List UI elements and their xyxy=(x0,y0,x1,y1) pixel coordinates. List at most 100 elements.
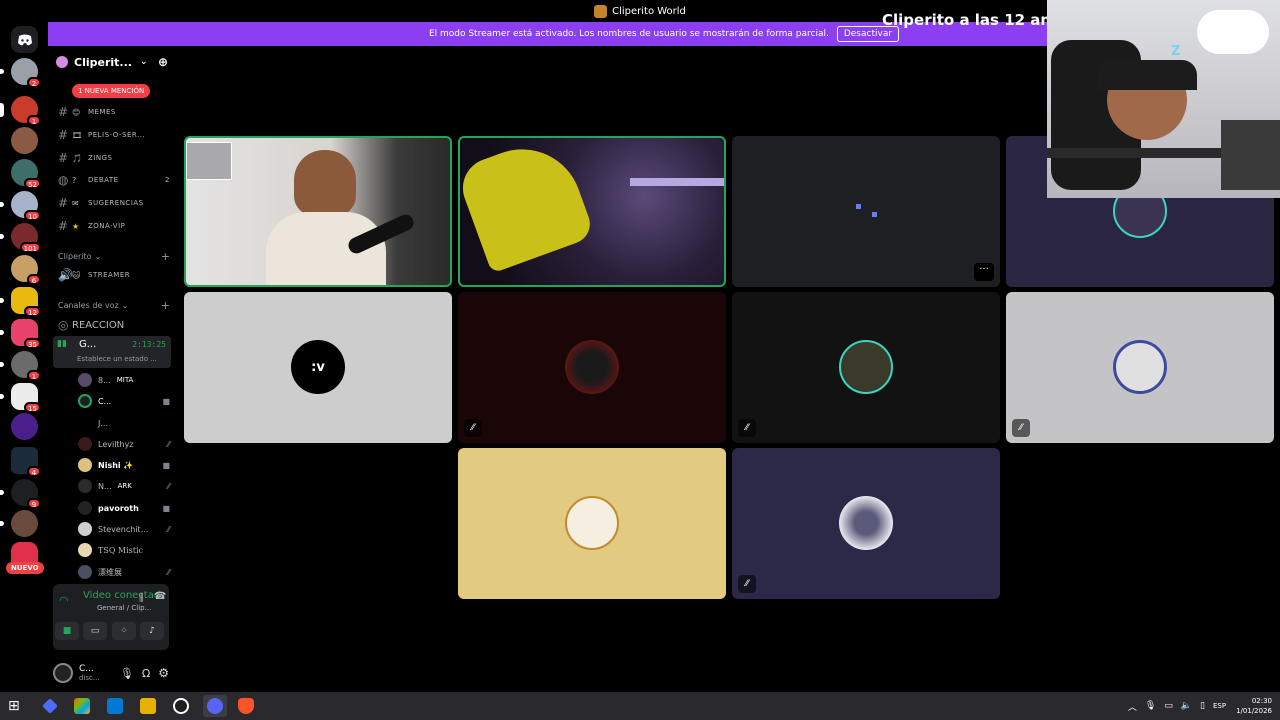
gear-icon[interactable]: ⚙ xyxy=(158,666,169,680)
server-icon[interactable]: 2 xyxy=(0,58,41,88)
voice-member[interactable]: Stevenchit... ⁄⁄ xyxy=(78,520,170,538)
battery-icon[interactable]: ▯ xyxy=(1200,701,1205,711)
headphones-icon[interactable]: Ω xyxy=(142,667,150,680)
new-servers-pill[interactable]: NUEVO xyxy=(6,562,44,574)
video-tile-red-avatar[interactable]: ⁄⁄ xyxy=(458,292,726,443)
microphone-icon[interactable]: 🎙 xyxy=(120,667,134,680)
disconnect-icon[interactable]: ☎ xyxy=(154,591,166,602)
camera-button[interactable]: ■ xyxy=(55,622,79,640)
server-icon[interactable]: 10 xyxy=(0,191,41,221)
voice-member[interactable]: Nishi ✨ ■ xyxy=(78,456,170,474)
connection-channel[interactable]: General / Clip... xyxy=(97,604,151,612)
add-channel-icon[interactable]: + xyxy=(161,250,170,263)
server-icon[interactable]: 9 xyxy=(0,479,41,509)
server-icon[interactable]: 101 xyxy=(0,223,41,253)
chevron-up-icon[interactable]: ︿ xyxy=(1128,700,1137,713)
server-icon[interactable]: 35 xyxy=(0,319,41,349)
category-cliperito[interactable]: Cliperito ⌄ + xyxy=(58,249,170,263)
category-voice[interactable]: Canales de voz ⌄ + xyxy=(58,298,170,312)
language-indicator[interactable]: ESP xyxy=(1213,702,1226,710)
member-name: J... xyxy=(98,418,108,428)
server-icon[interactable]: 52 xyxy=(11,159,41,189)
avatar[interactable] xyxy=(53,663,73,683)
voice-member[interactable]: N... ARK ⁄⁄ xyxy=(78,477,170,495)
server-icon[interactable]: 15 xyxy=(0,383,41,413)
video-tile-text-avatar[interactable]: :v xyxy=(184,292,452,443)
channel-debate[interactable]: ◍? DEBATE 2 xyxy=(58,172,170,188)
video-tile-stream[interactable] xyxy=(458,136,726,287)
muted-icon: ⁄⁄ xyxy=(167,524,170,534)
avatar xyxy=(839,496,893,550)
server-icon[interactable]: 1 xyxy=(0,351,41,381)
obs-icon[interactable] xyxy=(173,698,189,714)
unread-pill xyxy=(0,298,4,303)
chevron-down-icon: ⌄ xyxy=(139,57,148,67)
voice-member[interactable]: C... ■ xyxy=(78,392,170,410)
member-name: C... xyxy=(98,396,112,406)
video-tile-webcam[interactable] xyxy=(184,136,452,287)
video-tile-dark[interactable]: ··· xyxy=(732,136,1000,287)
member-name: 漂维展 xyxy=(98,567,122,577)
server-header[interactable]: Cliperit... ⌄ ⊕ xyxy=(48,46,176,78)
channel-pelis[interactable]: # 🎞 PELIS-O-SER... xyxy=(58,127,170,143)
dream-bubble xyxy=(1197,10,1269,54)
discord-home-button[interactable] xyxy=(11,26,38,53)
video-tile-dark-avatar[interactable]: ⁄⁄ xyxy=(732,292,1000,443)
server-icon[interactable] xyxy=(0,510,38,537)
voice-member[interactable]: TSQ Mistic xyxy=(78,541,170,559)
soundboard-button[interactable]: ♪ xyxy=(140,622,164,640)
voice-member[interactable]: J... xyxy=(78,414,170,432)
server-icon[interactable] xyxy=(11,127,38,154)
video-tile-grey-avatar[interactable]: ⁄⁄ xyxy=(1006,292,1274,443)
file-explorer-icon[interactable] xyxy=(140,698,156,714)
muted-icon: ⁄⁄ xyxy=(738,575,756,593)
discord-taskbar-button[interactable] xyxy=(203,695,227,717)
store-icon[interactable] xyxy=(74,698,90,714)
channel-zona-vip[interactable]: # ★ ZONA-VIP xyxy=(58,218,170,234)
channel-name: ZONA-VIP xyxy=(88,222,126,230)
more-options-icon[interactable]: ··· xyxy=(974,263,994,281)
new-mention-pill[interactable]: 1 NUEVA MENCIÓN xyxy=(72,84,151,98)
microphone-icon[interactable]: 🎙 xyxy=(1145,701,1156,711)
clock[interactable]: 02:30 1/01/2026 xyxy=(1236,696,1272,716)
network-icon[interactable]: ▭ xyxy=(1164,701,1173,711)
copilot-icon[interactable] xyxy=(42,698,58,714)
badge-count: 1 xyxy=(27,370,41,381)
microsoft-store-icon[interactable] xyxy=(107,698,123,714)
start-windows-icon[interactable]: ⊞ xyxy=(8,698,24,714)
add-channel-icon[interactable]: + xyxy=(161,299,170,312)
channel-memes[interactable]: # 😊 MEMES xyxy=(58,104,170,120)
brave-icon[interactable] xyxy=(238,698,254,714)
windows-taskbar: ⊞ ︿ 🎙 ▭ 🔈 ▯ ESP 02:30 1/01/2026 xyxy=(0,692,1280,720)
avatar xyxy=(78,479,92,493)
add-member-icon[interactable]: ⊕ xyxy=(158,55,168,69)
badge-count: 1 xyxy=(27,115,41,126)
server-icon[interactable]: 12 xyxy=(0,287,41,317)
category-name: Canales de voz xyxy=(58,300,119,310)
activities-button[interactable]: ⁘ xyxy=(112,622,136,640)
voice-member[interactable]: pavoroth ■ xyxy=(78,499,170,517)
active-voice-channel[interactable]: ▮▮ G... 2:13:25 Establece un estado ... xyxy=(53,336,171,368)
server-icon[interactable]: 6 xyxy=(11,255,41,285)
voice-member[interactable]: 8... MITA xyxy=(78,371,170,389)
server-icon[interactable]: 4 xyxy=(11,447,41,477)
voice-member[interactable]: Levilthyz ⁄⁄ xyxy=(78,435,170,453)
voice-channel-reaccion[interactable]: ◎ REACCION xyxy=(58,317,170,333)
avatar xyxy=(839,340,893,394)
soundboard-icon: ♪ xyxy=(149,626,155,636)
member-name: pavoroth xyxy=(98,503,139,513)
server-icon[interactable]: 1 xyxy=(0,96,41,126)
server-icon[interactable] xyxy=(11,413,38,440)
member-tag: MITA xyxy=(116,376,134,384)
screen-share-button[interactable]: ▭ xyxy=(83,622,107,640)
volume-icon[interactable]: 🔈 xyxy=(1181,701,1192,711)
channel-sugerencias[interactable]: # ✉ SUGERENCIAS xyxy=(58,195,170,211)
channel-zings[interactable]: # 🎵 ZINGS xyxy=(58,150,170,166)
video-tile-purple-avatar[interactable]: ⁄⁄ xyxy=(732,448,1000,599)
video-tile-yellow-avatar[interactable] xyxy=(458,448,726,599)
voice-member[interactable]: 漂维展 ⁄⁄ xyxy=(78,563,170,581)
signal-icon[interactable]: ◠ xyxy=(59,594,69,607)
badge-count: 9 xyxy=(27,498,41,509)
channel-streamer[interactable]: 🔊 🐱 STREAMER xyxy=(58,267,170,283)
soundwave-icon[interactable]: ⫼ xyxy=(139,593,144,604)
